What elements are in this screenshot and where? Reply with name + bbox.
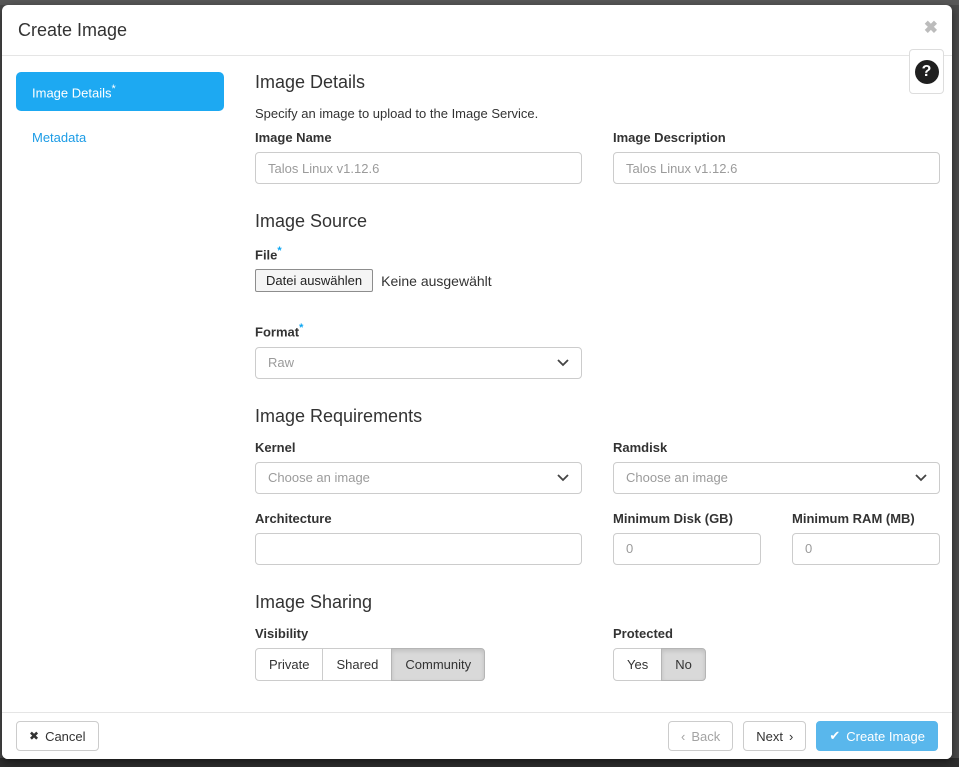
section-heading-image-requirements: Image Requirements <box>255 405 423 426</box>
back-label: Back <box>691 728 721 744</box>
kernel-label: Kernel <box>255 439 296 455</box>
format-label: Format* <box>255 322 304 340</box>
image-name-input[interactable] <box>255 152 582 184</box>
nav-item-label: Metadata <box>32 130 87 146</box>
section-heading-image-sharing: Image Sharing <box>255 591 373 612</box>
kernel-select[interactable]: Choose an image <box>255 461 582 494</box>
visibility-community-button[interactable]: Community <box>391 647 486 681</box>
protected-button-group: Yes No <box>613 647 706 681</box>
wizard-nav: Image Details* Metadata <box>16 72 224 711</box>
visibility-label: Visibility <box>255 625 309 641</box>
visibility-private-button[interactable]: Private <box>255 647 324 681</box>
image-description-label: Image Description <box>613 130 726 145</box>
nav-item-image-details[interactable]: Image Details* <box>16 72 224 112</box>
chevron-down-icon <box>557 474 569 481</box>
file-choose-button[interactable]: Datei auswählen <box>255 269 374 293</box>
next-button[interactable]: Next › <box>743 721 807 751</box>
check-icon: ✔ <box>829 728 841 743</box>
nav-item-label: Image Details <box>32 85 112 101</box>
chevron-left-icon: ‹ <box>681 728 686 744</box>
section-heading-image-source: Image Source <box>255 211 368 231</box>
modal-backdrop <box>0 758 959 767</box>
modal-title: Create Image <box>18 19 128 40</box>
chevron-right-icon: › <box>788 728 794 744</box>
protected-no-button[interactable]: No <box>661 647 706 681</box>
question-mark-icon: ? <box>914 59 939 84</box>
nav-item-metadata[interactable]: Metadata <box>16 119 224 156</box>
close-icon: ✖ <box>923 18 938 37</box>
min-disk-label: Minimum Disk (GB) <box>613 510 733 526</box>
protected-label: Protected <box>613 625 673 641</box>
min-ram-input[interactable] <box>792 532 940 565</box>
file-label: File* <box>255 245 282 263</box>
cancel-x-icon: ✖ <box>29 729 40 743</box>
modal-body: Image Details* Metadata Image Details Sp… <box>2 56 952 711</box>
create-image-button[interactable]: ✔ Create Image <box>816 721 938 751</box>
close-button[interactable]: ✖ <box>924 19 938 36</box>
required-asterisk: * <box>111 83 116 95</box>
visibility-shared-button[interactable]: Shared <box>322 647 393 681</box>
chevron-down-icon <box>915 474 927 481</box>
format-selected-value: Raw <box>268 355 295 371</box>
section-heading-image-details: Image Details <box>255 72 366 92</box>
format-select[interactable]: Raw <box>255 346 582 379</box>
kernel-selected-value: Choose an image <box>268 470 370 486</box>
footer-nav-buttons: ‹ Back Next › ✔ Create Image <box>668 721 938 751</box>
create-image-label: Create Image <box>846 728 925 744</box>
architecture-label: Architecture <box>255 510 332 526</box>
create-image-modal: Create Image ✖ ? Image Details* Metadata… <box>2 5 952 759</box>
image-name-label: Image Name <box>255 130 332 145</box>
file-status-text: Keine ausgewählt <box>381 272 492 289</box>
modal-header: Create Image ✖ <box>2 5 952 56</box>
file-input: Datei auswählen Keine ausgewählt <box>255 269 940 293</box>
cancel-label: Cancel <box>45 728 86 744</box>
required-asterisk: * <box>277 245 282 257</box>
image-description-input[interactable] <box>613 152 940 184</box>
back-button[interactable]: ‹ Back <box>668 721 734 751</box>
visibility-button-group: Private Shared Community <box>255 647 486 681</box>
wizard-content: Image Details Specify an image to upload… <box>255 72 940 711</box>
min-disk-input[interactable] <box>613 532 761 565</box>
next-label: Next <box>756 728 783 744</box>
modal-footer: ✖ Cancel ‹ Back Next › ✔ Create Image <box>2 712 952 759</box>
cancel-button[interactable]: ✖ Cancel <box>16 721 99 751</box>
architecture-input[interactable] <box>255 532 582 565</box>
help-button[interactable]: ? <box>909 49 944 94</box>
protected-yes-button[interactable]: Yes <box>613 647 663 681</box>
min-ram-label: Minimum RAM (MB) <box>792 510 915 526</box>
ramdisk-selected-value: Choose an image <box>626 470 728 486</box>
chevron-down-icon <box>557 359 569 366</box>
ramdisk-select[interactable]: Choose an image <box>613 461 940 494</box>
required-asterisk: * <box>299 322 304 335</box>
ramdisk-label: Ramdisk <box>613 439 668 455</box>
section-description: Specify an image to upload to the Image … <box>255 106 539 121</box>
